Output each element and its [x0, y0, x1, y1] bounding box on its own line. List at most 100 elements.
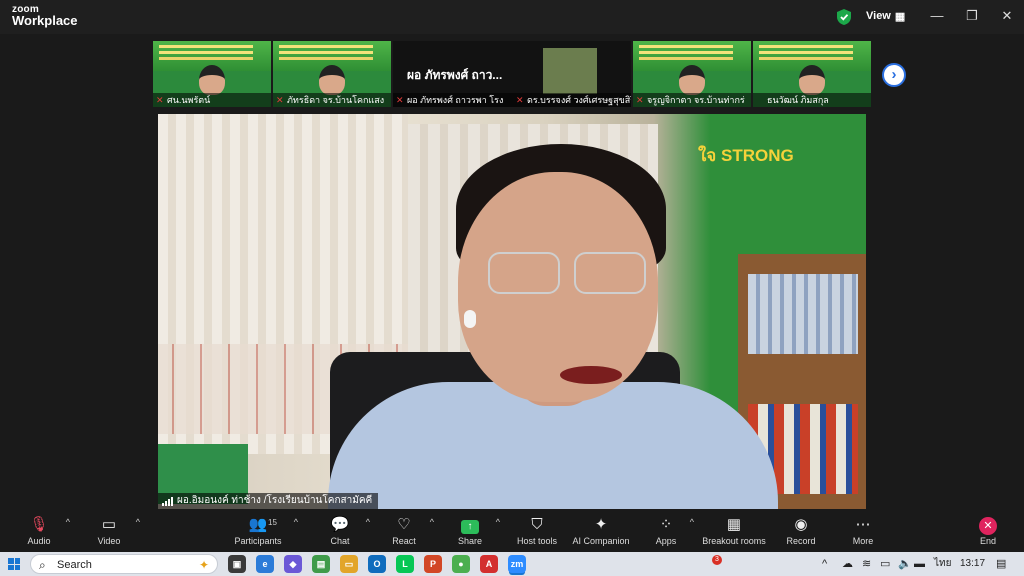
participant-count: 15 — [268, 518, 277, 527]
cloud-icon[interactable]: ☁ — [842, 556, 853, 572]
chevron-up-icon[interactable]: ^ — [430, 517, 434, 527]
record-label: Record — [786, 536, 816, 546]
minimize-button[interactable]: — — [922, 6, 952, 26]
more-button[interactable]: ⋯ More — [848, 515, 878, 551]
windows-start-icon[interactable] — [8, 558, 20, 570]
speaker-mouth — [560, 366, 622, 384]
show-hidden-icons-chevron-icon[interactable]: ^ — [822, 556, 827, 572]
copilot-icon[interactable]: ◆ — [284, 555, 302, 573]
participant-tile[interactable]: ผอ ภัทรพงศ์ ถาว... ผอ ภัทรพงศ์ ถาวรพา โร… — [392, 40, 632, 108]
notification-badge: 3 — [712, 555, 722, 565]
volume-icon[interactable]: 🔈 — [898, 556, 912, 572]
close-window-button[interactable]: ✕ — [992, 6, 1022, 26]
participant-name: ภัทรธิดา จร.บ้านโคกแสง — [273, 93, 391, 107]
maximize-button[interactable]: ❐ — [957, 6, 987, 26]
earbud — [464, 310, 476, 328]
share-label: Share — [457, 536, 483, 546]
share-button[interactable]: ↑ Share ^ — [454, 515, 500, 551]
speaker-name-label: ผอ.อิมอนงค์ ท่าช้าง /โรงเรียนบ้านโคกสามั… — [158, 493, 379, 509]
chevron-up-icon[interactable]: ^ — [690, 517, 694, 527]
chat-bubble-icon: 💬 — [330, 516, 350, 533]
participant-big-name: ผอ ภัทรพงศ์ ถาว... — [407, 68, 503, 82]
participant-name: ผอ ภัทรพงศ์ ถาวรพา โรง — [393, 93, 513, 107]
store-icon[interactable]: ▤ — [312, 555, 330, 573]
security-shield-icon[interactable] — [836, 8, 852, 26]
network-icon[interactable]: ▬ — [914, 556, 925, 572]
breakout-rooms-button[interactable]: ▦ Breakout rooms — [702, 515, 766, 551]
notifications-icon[interactable]: ▤ — [996, 556, 1006, 572]
host-tools-button[interactable]: ⛉ Host tools — [514, 515, 560, 551]
more-options-icon: ⋯ — [855, 516, 871, 533]
chat-button[interactable]: 💬 Chat ^ — [324, 515, 370, 551]
edge-browser-icon[interactable]: e — [256, 555, 274, 573]
participant-name: ธนวัฒน์ ภิมสกุล — [753, 93, 871, 107]
file-explorer-icon[interactable]: ▭ — [340, 555, 358, 573]
title-bar: zoom Workplace View ▦ — ❐ ✕ — [0, 0, 1024, 34]
breakout-rooms-icon: ▦ — [726, 516, 742, 533]
end-meeting-icon: ✕ — [974, 515, 1002, 535]
participants-label: Participants — [234, 536, 282, 546]
record-icon: ◉ — [794, 516, 808, 533]
logo-bottom: Workplace — [12, 13, 78, 28]
participant-video — [319, 65, 345, 95]
zoom-app-icon[interactable]: zm — [508, 555, 526, 573]
participant-tile[interactable]: ศน.นพรัตน์ ✕ — [152, 40, 272, 108]
grid-view-icon: ▦ — [894, 10, 906, 23]
clock-time[interactable]: 13:17 — [960, 556, 985, 572]
ai-companion-button[interactable]: ✦ AI Companion — [570, 515, 632, 551]
chevron-up-icon[interactable]: ^ — [496, 517, 500, 527]
video-button[interactable]: ▭ Video ^ — [92, 515, 140, 551]
more-label: More — [852, 536, 874, 546]
react-button[interactable]: ♡ React ^ — [388, 515, 434, 551]
apps-button[interactable]: ⁘ Apps ^ — [652, 515, 694, 551]
participant-tile[interactable]: จรูญจิกาตา จร.บ้านท่ากร่ ✕ — [632, 40, 752, 108]
search-icon: ⌕ — [39, 558, 46, 572]
acrobat-icon[interactable]: A — [480, 555, 498, 573]
chrome-icon[interactable]: ● — [452, 555, 470, 573]
search-placeholder: Search — [57, 559, 92, 571]
shield-icon: ⛉ — [531, 516, 543, 533]
line-app-icon[interactable]: L — [396, 555, 414, 573]
battery-icon[interactable]: ▭ — [880, 556, 890, 572]
end-button[interactable]: ✕ End — [974, 515, 1002, 551]
wifi-icon[interactable]: ≋ — [862, 556, 871, 572]
heart-icon: ♡ — [397, 516, 411, 533]
input-language[interactable]: ไทย — [934, 556, 951, 572]
chevron-up-icon[interactable]: ^ — [136, 517, 140, 527]
participant-tile[interactable]: ธนวัฒน์ ภิมสกุล — [752, 40, 872, 108]
participant-strip: ศน.นพรัตน์ ✕ ภัทรธิดา จร.บ้านโคกแสง ✕ ผอ… — [152, 40, 872, 108]
meeting-toolbar: 🎙 Audio ^ ▭ Video ^ 👥 Participants ^ 15 … — [0, 512, 1024, 552]
view-label: View — [866, 10, 891, 22]
speaker-name: ผอ.อิมอนงค์ ท่าช้าง /โรงเรียนบ้านโคกสามั… — [177, 495, 373, 506]
record-button[interactable]: ◉ Record — [784, 515, 818, 551]
chevron-up-icon[interactable]: ^ — [366, 517, 370, 527]
mic-muted-icon: ✕ — [516, 95, 524, 105]
participant-name: ศน.นพรัตน์ — [153, 93, 271, 107]
powerpoint-icon[interactable]: P — [424, 555, 442, 573]
view-button[interactable]: View ▦ — [860, 6, 912, 26]
mic-muted-icon: ✕ — [276, 95, 284, 105]
mic-muted-icon: ✕ — [156, 95, 164, 105]
active-speaker-video[interactable]: ใจ STRONG ผอ.อิมอนงค์ ท่าช้าง /โรงเรียนบ… — [158, 114, 866, 509]
react-label: React — [392, 536, 416, 546]
audio-button[interactable]: 🎙 Audio ^ — [22, 515, 70, 551]
microphone-muted-icon: 🎙 — [29, 516, 49, 533]
participant-video — [543, 48, 597, 94]
outlook-icon[interactable]: O — [368, 555, 386, 573]
participant-video — [799, 65, 825, 95]
search-highlight-icon: ✦ — [198, 558, 209, 572]
share-screen-icon: ↑ — [454, 515, 486, 535]
task-view-icon[interactable]: ▣ — [228, 555, 246, 573]
mic-muted-icon: ✕ — [636, 95, 644, 105]
chevron-up-icon[interactable]: ^ — [294, 517, 298, 527]
taskbar-search-box[interactable]: ⌕ Search ✦ — [30, 554, 218, 574]
banner-text: ใจ STRONG — [698, 146, 794, 165]
chat-label: Chat — [330, 536, 350, 546]
next-page-chevron-icon[interactable]: › — [882, 63, 906, 87]
mic-muted-icon: ✕ — [396, 95, 404, 105]
participant-tile[interactable]: ภัทรธิดา จร.บ้านโคกแสง ✕ — [272, 40, 392, 108]
participant-name: ดร.บรรจงศ์ วงศ์เศรษฐสุขสิริ — [513, 93, 631, 107]
signal-strength-icon — [162, 496, 173, 506]
chevron-up-icon[interactable]: ^ — [66, 517, 70, 527]
breakout-rooms-label: Breakout rooms — [702, 536, 766, 546]
